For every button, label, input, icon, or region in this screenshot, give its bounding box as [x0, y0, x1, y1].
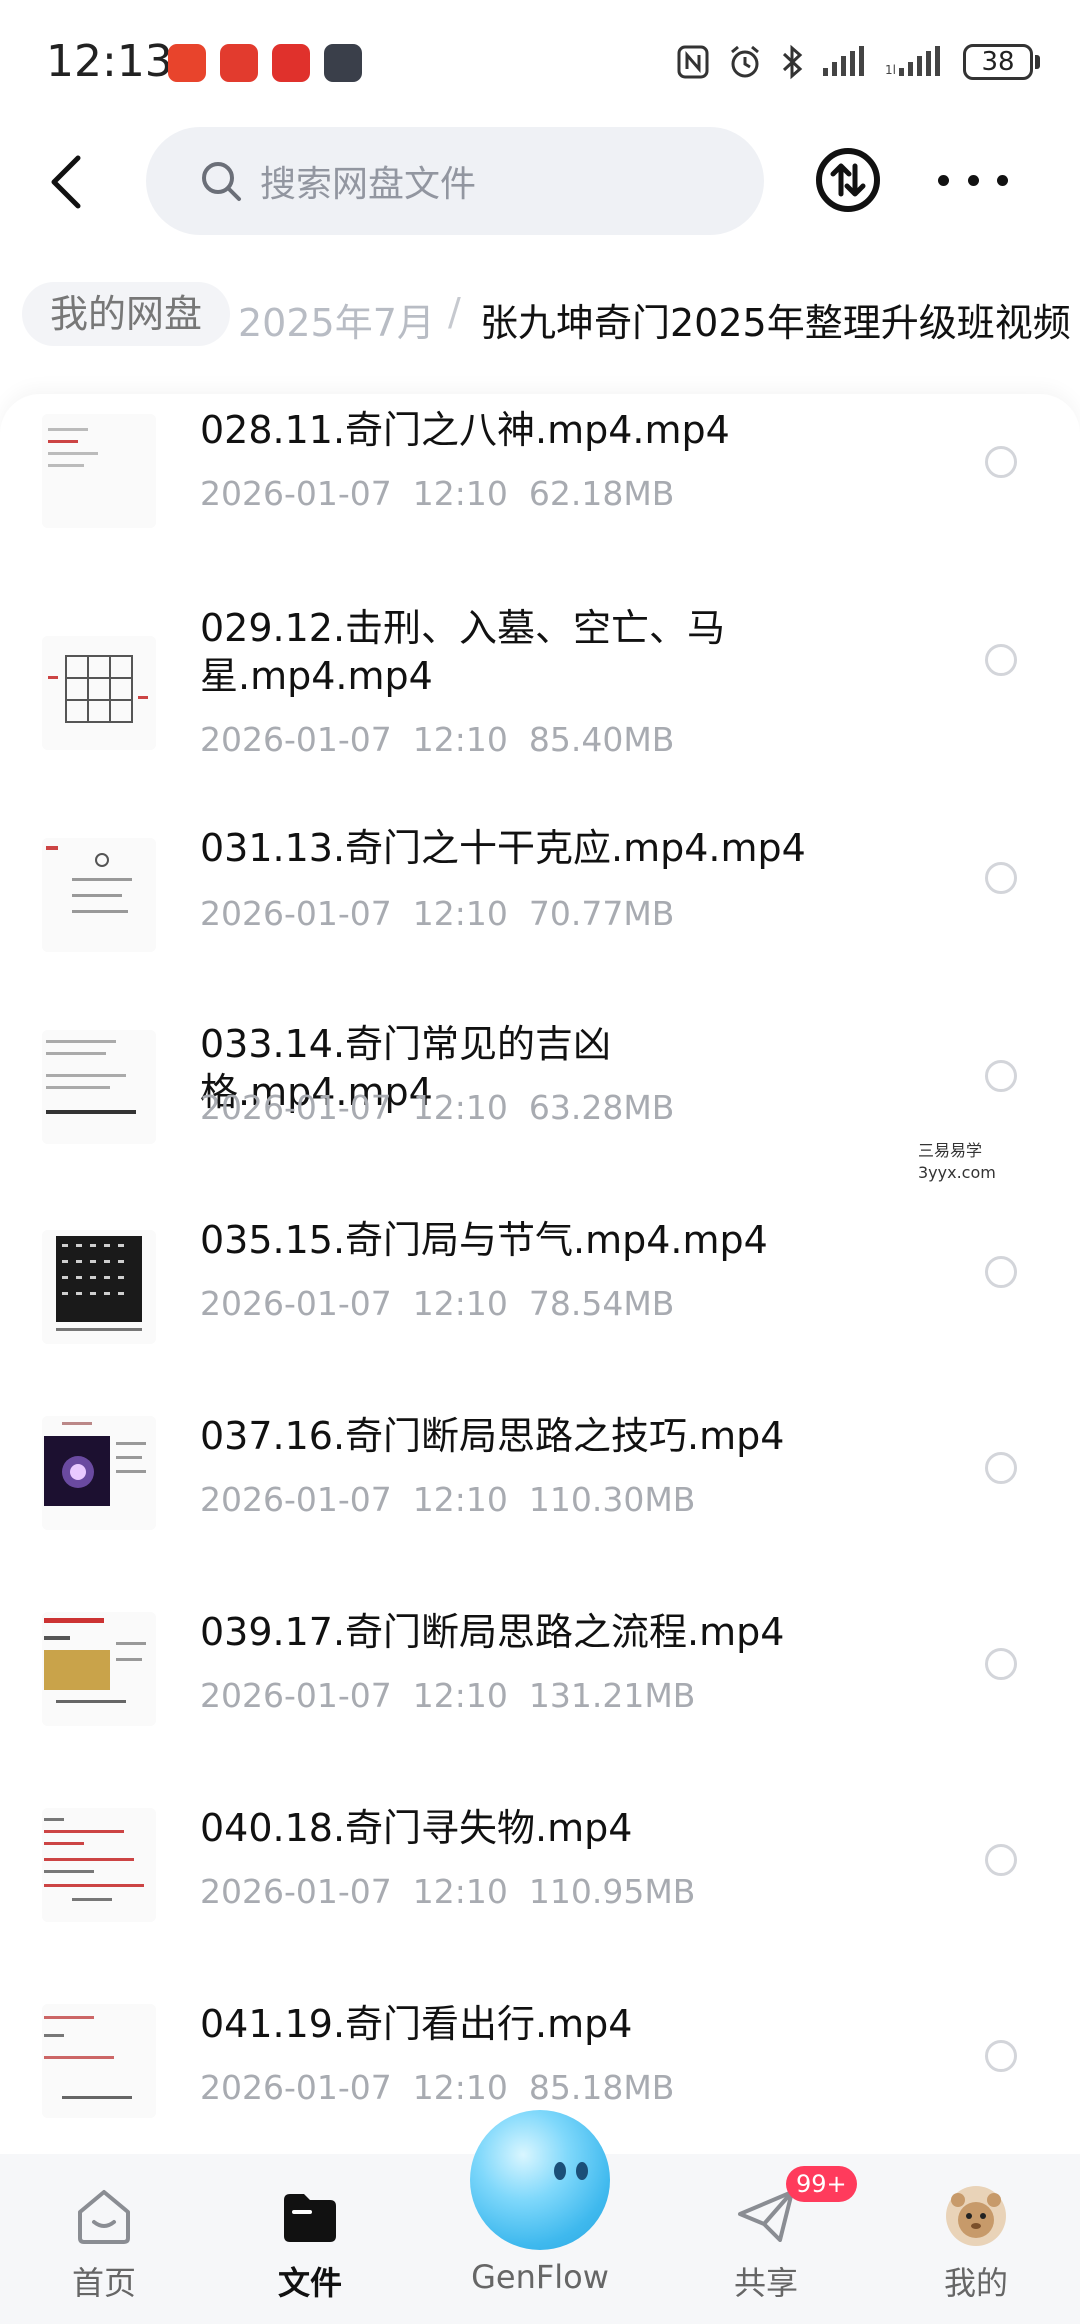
more-dot-icon: [997, 174, 1008, 186]
status-bar: 12:13 1l 38: [0, 0, 1080, 120]
notification-app-icon: [324, 44, 362, 82]
video-thumbnail: [42, 414, 156, 528]
file-meta: 2026-01-07 12:10 70.77MB: [200, 894, 675, 933]
file-row[interactable]: 028.11.奇门之八神.mp4.mp4 2026-01-07 12:10 62…: [0, 394, 1080, 590]
share-notification-badge: 99+: [786, 2166, 857, 2202]
file-meta: 2026-01-07 12:10 110.95MB: [200, 1872, 696, 1911]
file-name: 037.16.奇门断局思路之技巧.mp4: [200, 1414, 785, 1458]
watermark-line: 三易易学: [918, 1141, 983, 1160]
svg-text:1l: 1l: [885, 63, 896, 77]
nav-item-me[interactable]: 我的: [906, 2154, 1046, 2324]
video-thumbnail: [42, 1230, 156, 1344]
file-meta: 2026-01-07 12:10 63.28MB: [200, 1088, 675, 1127]
notification-app-icon: [168, 44, 206, 82]
select-checkbox[interactable]: [985, 1648, 1017, 1680]
search-input[interactable]: 搜索网盘文件: [146, 127, 764, 235]
nav-item-home[interactable]: 首页: [34, 2154, 174, 2324]
video-thumbnail: [42, 1612, 156, 1726]
more-options-button[interactable]: [938, 160, 1008, 200]
breadcrumb-root[interactable]: 我的网盘: [22, 282, 231, 346]
nav-label: 我的: [943, 2264, 1008, 2302]
notification-app-icon: [220, 44, 258, 82]
transfer-icon: [816, 148, 880, 212]
file-row[interactable]: 031.13.奇门之十干克应.mp4.mp4 2026-01-07 12:10 …: [0, 798, 1080, 994]
folder-icon: [284, 2194, 336, 2242]
file-meta: 2026-01-07 12:10 131.21MB: [200, 1676, 696, 1715]
select-checkbox[interactable]: [985, 2040, 1017, 2072]
file-name: 029.12.击刑、入墓、空亡、马星.mp4.mp4: [200, 606, 726, 698]
breadcrumb: 我的网盘 2025年7月 / 张九坤奇门2025年整理升级班视频: [0, 282, 1080, 372]
nav-label: 共享: [733, 2264, 798, 2302]
file-row[interactable]: 040.18.奇门寻失物.mp4 2026-01-07 12:10 110.95…: [0, 1778, 1080, 1974]
video-thumbnail: [42, 838, 156, 952]
back-arrow-icon: [51, 155, 81, 209]
video-thumbnail: [42, 1416, 156, 1530]
breadcrumb-current: 张九坤奇门2025年整理升级班视频: [480, 301, 1071, 345]
video-thumbnail: [42, 1808, 156, 1922]
status-time: 12:13: [46, 36, 173, 87]
more-dot-icon: [938, 174, 949, 186]
nav-label: 首页: [71, 2264, 136, 2302]
nfc-icon: [677, 45, 709, 79]
signal-icon: [823, 46, 864, 76]
file-row[interactable]: 037.16.奇门断局思路之技巧.mp4 2026-01-07 12:10 11…: [0, 1386, 1080, 1582]
battery-indicator: 38: [963, 44, 1040, 80]
more-dot-icon: [967, 174, 979, 186]
file-name: 041.19.奇门看出行.mp4: [200, 2002, 633, 2046]
file-name: 028.11.奇门之八神.mp4.mp4: [200, 408, 730, 452]
select-checkbox[interactable]: [985, 862, 1017, 894]
bluetooth-icon: [782, 44, 803, 80]
file-row[interactable]: 039.17.奇门断局思路之流程.mp4 2026-01-07 12:10 13…: [0, 1582, 1080, 1778]
video-thumbnail: [42, 2004, 156, 2118]
select-checkbox[interactable]: [985, 446, 1017, 478]
file-row[interactable]: 035.15.奇门局与节气.mp4.mp4 2026-01-07 12:10 7…: [0, 1190, 1080, 1386]
alarm-icon: [731, 45, 759, 78]
search-icon: [200, 159, 244, 203]
nav-label: GenFlow: [471, 2258, 609, 2296]
back-button[interactable]: [36, 152, 96, 212]
file-meta: 2026-01-07 12:10 85.18MB: [200, 2068, 675, 2107]
orb-eye-icon: [576, 2162, 588, 2180]
breadcrumb-parent[interactable]: 2025年7月: [238, 292, 435, 347]
file-meta: 2026-01-07 12:10 110.30MB: [200, 1480, 696, 1519]
notification-app-icon: [272, 44, 310, 82]
home-icon: [78, 2190, 130, 2244]
select-checkbox[interactable]: [985, 644, 1017, 676]
file-list: 028.11.奇门之八神.mp4.mp4 2026-01-07 12:10 62…: [0, 394, 1080, 2154]
select-checkbox[interactable]: [985, 1256, 1017, 1288]
nav-label: 文件: [277, 2264, 342, 2302]
genflow-orb-button[interactable]: [470, 2110, 610, 2250]
file-meta: 2026-01-07 12:10 85.40MB: [200, 720, 675, 759]
status-indicators: 1l 38: [677, 40, 1040, 84]
transfer-button[interactable]: [814, 146, 882, 214]
select-checkbox[interactable]: [985, 1452, 1017, 1484]
video-thumbnail: [42, 636, 156, 750]
signal-icon: 1l: [885, 46, 940, 77]
file-name: 039.17.奇门断局思路之流程.mp4: [200, 1610, 785, 1654]
search-placeholder: 搜索网盘文件: [260, 164, 477, 205]
file-name: 035.15.奇门局与节气.mp4.mp4: [200, 1218, 768, 1262]
file-name: 031.13.奇门之十干克应.mp4.mp4: [200, 826, 806, 870]
select-checkbox[interactable]: [985, 1844, 1017, 1876]
file-meta: 2026-01-07 12:10 62.18MB: [200, 474, 675, 513]
top-bar: 搜索网盘文件: [0, 120, 1080, 250]
select-checkbox[interactable]: [985, 1060, 1017, 1092]
breadcrumb-separator: /: [448, 290, 461, 334]
file-row[interactable]: 029.12.击刑、入墓、空亡、马星.mp4.mp4 2026-01-07 12…: [0, 590, 1080, 798]
orb-eye-icon: [554, 2162, 566, 2180]
avatar-icon: [946, 2186, 1006, 2246]
video-thumbnail: [42, 1030, 156, 1144]
file-name: 040.18.奇门寻失物.mp4: [200, 1806, 633, 1850]
watermark-line: 3yyx.com: [918, 1163, 996, 1182]
nav-item-files[interactable]: 文件: [240, 2154, 380, 2324]
watermark: 三易易学 3yyx.com: [918, 1140, 996, 1184]
file-meta: 2026-01-07 12:10 78.54MB: [200, 1284, 675, 1323]
battery-level: 38: [963, 44, 1033, 80]
